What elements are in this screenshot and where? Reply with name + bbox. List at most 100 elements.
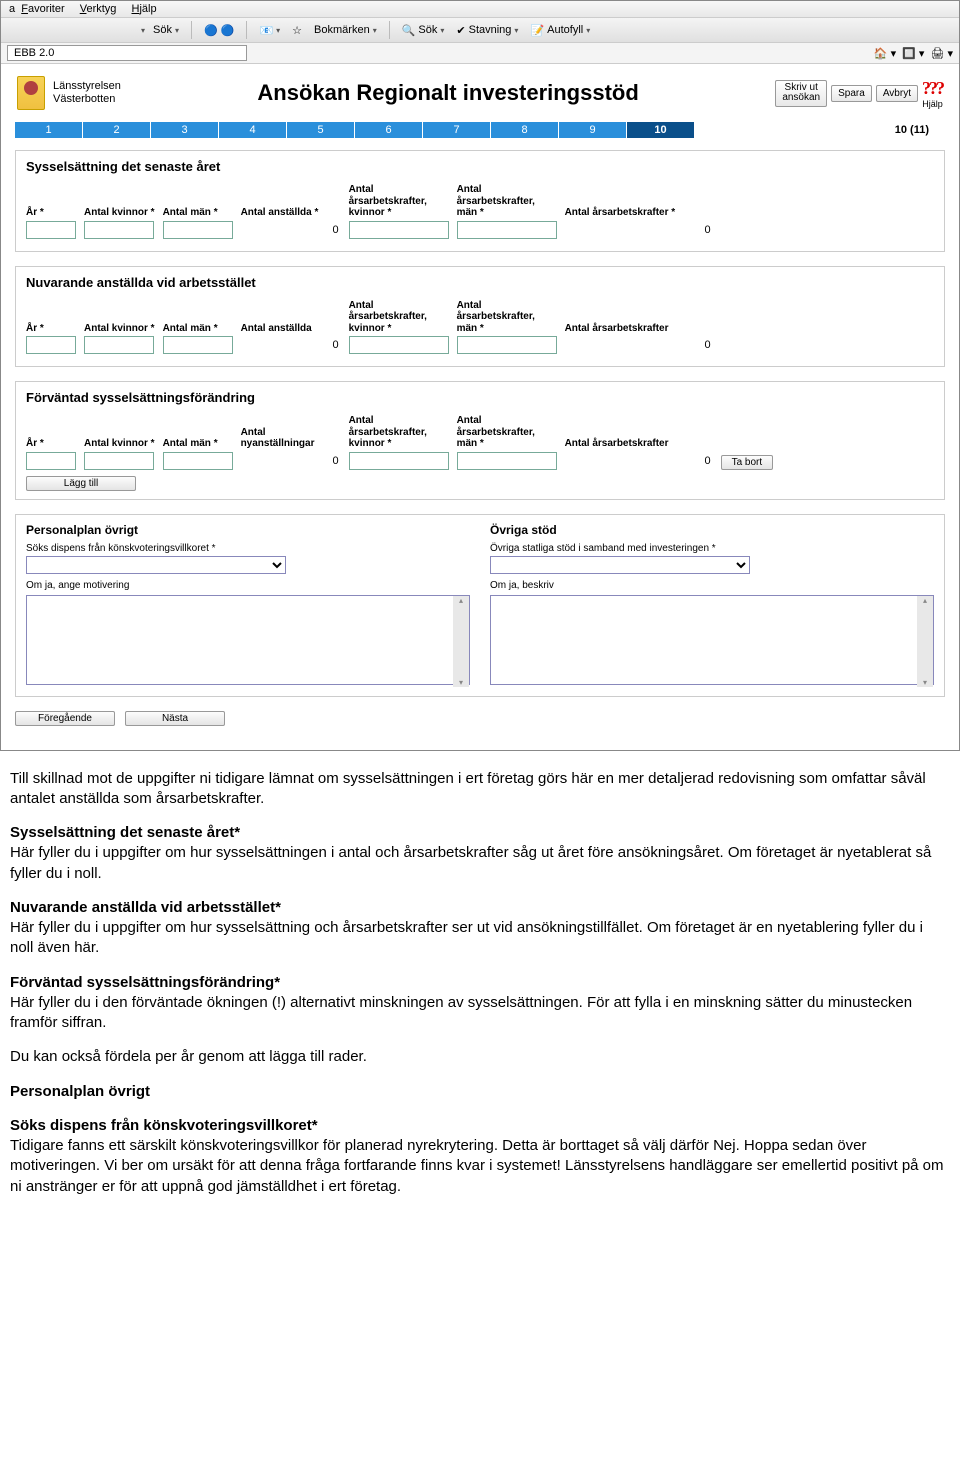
doc-h2: Nuvarande anställda vid arbetsstället* — [10, 899, 281, 916]
ta-bort-button[interactable]: Ta bort — [721, 455, 774, 470]
menu-favoriter[interactable]: a FFavoriteravoriter — [9, 3, 65, 15]
stavning-button[interactable]: ✔ Stavning ▾ — [452, 23, 522, 38]
ro-anstallda: 0 — [241, 336, 341, 354]
textarea-motivering[interactable] — [26, 595, 470, 685]
star-icon[interactable]: ☆ — [288, 23, 306, 38]
input-arsm[interactable] — [457, 221, 557, 239]
arrow-up-icon[interactable]: ▴ — [459, 596, 463, 605]
doc-h3: Förväntad sysselsättningsförändring* — [10, 974, 280, 991]
input-arsk[interactable] — [349, 221, 449, 239]
step-5[interactable]: 5 — [287, 122, 355, 138]
label-arsk: Antal årsarbetskrafter, kvinnor * — [349, 300, 449, 335]
sok2-button[interactable]: 🔍 Sök ▾ — [398, 23, 449, 38]
chevron-down-icon[interactable]: ▾ — [141, 26, 145, 35]
section-title: Sysselsättning det senaste året — [26, 159, 934, 174]
input-arsk[interactable] — [349, 336, 449, 354]
section-title: Förväntad sysselsättningsförändring — [26, 390, 934, 405]
label-man: Antal män * — [163, 438, 233, 450]
step-3[interactable]: 3 — [151, 122, 219, 138]
textarea-beskriv[interactable] — [490, 595, 934, 685]
lagg-till-button[interactable]: Lägg till — [26, 476, 136, 491]
page: Länsstyrelsen Västerbotten Ansökan Regio… — [1, 64, 959, 750]
sub-title-right: Övriga stöd — [490, 523, 934, 537]
input-kvinnor[interactable] — [84, 221, 154, 239]
help-icon[interactable]: ??? — [922, 78, 943, 99]
input-man[interactable] — [163, 452, 233, 470]
label-ar: År * — [26, 323, 76, 335]
label-arsm: Antal årsarbetskrafter, män * — [457, 184, 557, 219]
avbryt-button[interactable]: Avbryt — [876, 85, 918, 102]
section-sysselsattning: Sysselsättning det senaste året År * Ant… — [15, 150, 945, 252]
toolbar: ▾ Sök ▾ 🔵 🔵 📧 ▾ ☆ Bokmärken ▾ 🔍 Sök ▾ ✔ … — [1, 18, 959, 43]
q-ovriga: Övriga statliga stöd i samband med inves… — [490, 543, 934, 554]
step-6[interactable]: 6 — [355, 122, 423, 138]
nasta-button[interactable]: Nästa — [125, 711, 225, 726]
print-icon[interactable]: 🖨 ▾ — [930, 47, 953, 60]
step-bar: 1 2 3 4 5 6 7 8 9 10 10 (11) — [15, 122, 945, 138]
ro-arstot: 0 — [565, 336, 713, 354]
label-arsm: Antal årsarbetskrafter, män * — [457, 415, 557, 450]
doc-h4: Personalplan övrigt — [10, 1082, 950, 1102]
input-man[interactable] — [163, 336, 233, 354]
step-8[interactable]: 8 — [491, 122, 559, 138]
step-2[interactable]: 2 — [83, 122, 151, 138]
label-nyanst: Antal nyanställningar — [241, 427, 341, 450]
arrow-up-icon[interactable]: ▴ — [923, 596, 927, 605]
input-ar[interactable] — [26, 452, 76, 470]
step-10[interactable]: 10 — [627, 122, 695, 138]
label-kvinnor: Antal kvinnor * — [84, 323, 155, 335]
sok-button[interactable]: Sök ▾ — [149, 23, 183, 37]
input-kvinnor[interactable] — [84, 336, 154, 354]
ro-arstot: 0 — [565, 221, 713, 239]
label-kvinnor: Antal kvinnor * — [84, 207, 155, 219]
step-9[interactable]: 9 — [559, 122, 627, 138]
url-box[interactable]: EBB 2.0 — [7, 45, 247, 61]
input-arsm[interactable] — [457, 336, 557, 354]
label-anstallda: Antal anställda — [241, 323, 341, 335]
help-label: Hjälp — [922, 99, 943, 109]
spara-button[interactable]: Spara — [831, 85, 872, 102]
arrow-down-icon[interactable]: ▾ — [923, 678, 927, 687]
menu-bar: a FFavoriteravoriter Verktyg Hjälp — [1, 1, 959, 18]
scrollbar[interactable]: ▴▾ — [917, 596, 933, 687]
menu-hjalp[interactable]: Hjälp — [131, 3, 156, 15]
nav-icons[interactable]: 🔵 🔵 — [200, 23, 238, 38]
input-arsm[interactable] — [457, 452, 557, 470]
autofyll-button[interactable]: 📝 Autofyll ▾ — [526, 23, 594, 38]
step-4[interactable]: 4 — [219, 122, 287, 138]
input-kvinnor[interactable] — [84, 452, 154, 470]
home-icon[interactable]: 🏠 ▾ — [874, 47, 896, 60]
label-ar: År * — [26, 438, 76, 450]
section-forvantad: Förväntad sysselsättningsförändring År *… — [15, 381, 945, 500]
rss-icon[interactable]: 🔲 ▾ — [902, 47, 924, 60]
input-man[interactable] — [163, 221, 233, 239]
bokmarken-button[interactable]: Bokmärken ▾ — [310, 23, 381, 37]
doc-h1: Sysselsättning det senaste året* — [10, 824, 240, 841]
url-bar-row: EBB 2.0 🏠 ▾ 🔲 ▾ 🖨 ▾ — [1, 43, 959, 64]
doc-p6: Tidigare fanns ett särskilt könskvoterin… — [10, 1137, 944, 1195]
app-header: Länsstyrelsen Västerbotten Ansökan Regio… — [9, 72, 951, 114]
skriv-ut-button[interactable]: Skriv ut ansökan — [775, 80, 827, 107]
scrollbar[interactable]: ▴▾ — [453, 596, 469, 687]
input-ar[interactable] — [26, 336, 76, 354]
input-ar[interactable] — [26, 221, 76, 239]
menu-verktyg[interactable]: Verktyg — [80, 3, 117, 15]
q-motivering: Om ja, ange motivering — [26, 580, 470, 591]
doc-p5: Du kan också fördela per år genom att lä… — [10, 1047, 950, 1067]
browser-chrome: a FFavoriteravoriter Verktyg Hjälp ▾ Sök… — [0, 0, 960, 751]
select-dispens[interactable] — [26, 556, 286, 574]
label-arsk: Antal årsarbetskrafter, kvinnor * — [349, 184, 449, 219]
foregaende-button[interactable]: Föregående — [15, 711, 115, 726]
input-arsk[interactable] — [349, 452, 449, 470]
label-kvinnor: Antal kvinnor * — [84, 438, 155, 450]
step-7[interactable]: 7 — [423, 122, 491, 138]
doc-h5: Söks dispens från könskvoteringsvillkore… — [10, 1117, 318, 1134]
q-dispens: Söks dispens från könskvoteringsvillkore… — [26, 543, 470, 554]
arrow-down-icon[interactable]: ▾ — [459, 678, 463, 687]
doc-text: Till skillnad mot de uppgifter ni tidiga… — [0, 751, 960, 1241]
section-personalplan: Personalplan övrigt Söks dispens från kö… — [15, 514, 945, 697]
mail-icon[interactable]: 📧 ▾ — [255, 23, 284, 38]
step-counter: 10 (11) — [895, 124, 945, 136]
select-ovriga[interactable] — [490, 556, 750, 574]
step-1[interactable]: 1 — [15, 122, 83, 138]
